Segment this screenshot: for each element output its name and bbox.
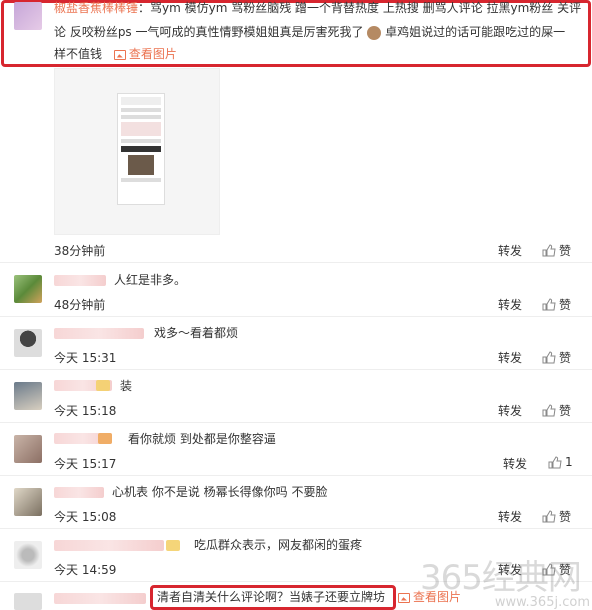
forward-button[interactable]: 转发: [503, 455, 527, 472]
username-blurred[interactable]: [54, 593, 146, 604]
divider: [0, 369, 592, 370]
image-icon: [398, 592, 410, 603]
screenshot-thumbnail: [117, 93, 165, 205]
avatar[interactable]: [14, 435, 42, 463]
divider: [0, 262, 592, 263]
comment-text: 装: [120, 379, 133, 393]
comment-text: 心机表 你不是说 杨幂长得像你吗 不要脸: [112, 485, 328, 499]
emoji-icon: [367, 25, 382, 40]
avatar[interactable]: [14, 329, 42, 357]
avatar[interactable]: [14, 382, 42, 410]
thumbs-up-icon: [542, 298, 556, 311]
like-button[interactable]: 赞: [542, 296, 571, 313]
avatar[interactable]: [14, 488, 42, 516]
comment-time: 今天 15:17: [54, 457, 117, 471]
forward-button[interactable]: 转发: [498, 242, 522, 259]
divider: [0, 422, 592, 423]
comment-text: 看你就烦 到处都是你整容逼: [128, 432, 276, 446]
username-blurred[interactable]: [54, 328, 144, 339]
comment-text-line2b: 卓鸡姐说过的话可能跟吃过的屎一: [385, 25, 566, 39]
comment-text: 吃瓜群众表示，网友都闲的蛋疼: [194, 538, 363, 552]
comment-text-line1: 骂ym 模仿ym 骂粉丝脑残 蹭一个背替热度 上热搜 删骂人评论 拉黑ym粉丝 …: [150, 1, 582, 15]
attached-image[interactable]: [54, 68, 220, 235]
username-blurred: [166, 540, 180, 551]
like-button[interactable]: 赞: [542, 242, 571, 259]
comment-text: 人红是非多。: [114, 273, 187, 287]
image-icon: [113, 49, 126, 60]
thumbs-up-icon: [542, 351, 556, 364]
username[interactable]: 椒盐香蕉棒棒锤: [54, 1, 138, 15]
thumbs-up-icon: [542, 510, 556, 523]
forward-button[interactable]: 转发: [498, 349, 522, 366]
comment-text: 清者自清关什么评论啊？当婊子还要立牌坊: [157, 590, 386, 604]
username-blurred[interactable]: [54, 540, 164, 551]
like-button[interactable]: 赞: [542, 402, 571, 419]
divider: [0, 316, 592, 317]
forward-button[interactable]: 转发: [498, 508, 522, 525]
divider: [0, 528, 592, 529]
view-image-link[interactable]: 查看图片: [113, 47, 177, 61]
divider: [0, 475, 592, 476]
avatar[interactable]: [14, 2, 42, 30]
thumbs-up-icon: [542, 563, 556, 576]
comment-time: 48分钟前: [54, 298, 106, 312]
thumbs-up-icon: [542, 244, 556, 257]
divider: [0, 581, 592, 582]
avatar[interactable]: [14, 541, 42, 569]
like-button[interactable]: 赞: [542, 349, 571, 366]
view-image-link[interactable]: 查看图片: [398, 589, 461, 606]
thumbs-up-icon: [542, 404, 556, 417]
forward-button[interactable]: 转发: [498, 561, 522, 578]
comment-text-line2: 论 反咬粉丝ps 一气呵成的真性情野模姐姐真是厉害死我了: [54, 25, 364, 39]
comment-time: 今天 15:18: [54, 404, 117, 418]
comment-time: 今天 15:31: [54, 351, 117, 365]
forward-button[interactable]: 转发: [498, 402, 522, 419]
comment-time: 今天 15:08: [54, 510, 117, 524]
thumbs-up-icon: [548, 455, 562, 468]
like-button[interactable]: 赞: [542, 561, 571, 578]
forward-button[interactable]: 转发: [498, 296, 522, 313]
username-blurred[interactable]: [54, 275, 106, 286]
like-button[interactable]: 赞: [542, 508, 571, 525]
comment-time: 38分钟前: [54, 244, 106, 258]
comment-text-line3: 样不值钱: [54, 47, 103, 61]
like-button[interactable]: 1: [548, 455, 573, 469]
comment-text: 戏多～看着都烦: [154, 326, 239, 340]
username-blurred: [98, 433, 112, 444]
username-blurred[interactable]: [54, 487, 104, 498]
comment-time: 今天 14:59: [54, 563, 117, 577]
username-blurred: [96, 380, 110, 391]
avatar[interactable]: [14, 593, 42, 610]
avatar[interactable]: [14, 275, 42, 303]
